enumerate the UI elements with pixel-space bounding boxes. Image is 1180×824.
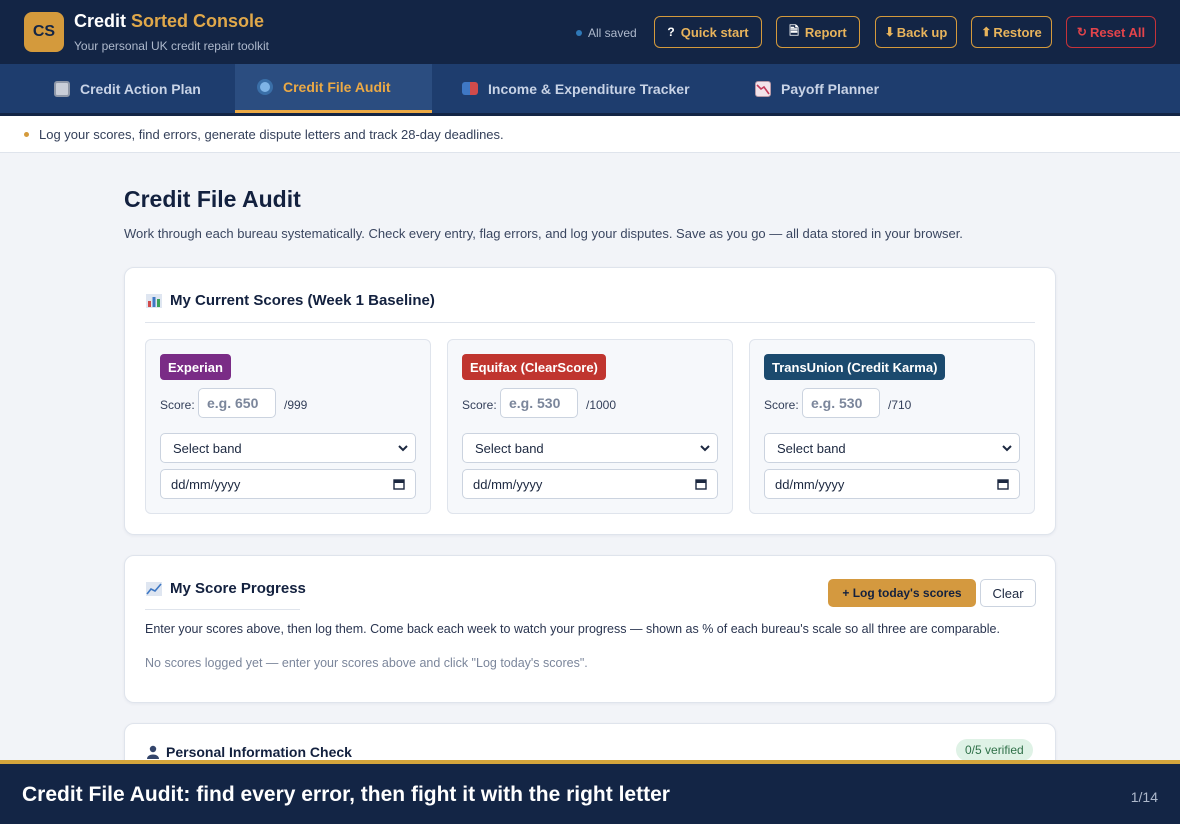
tab-credit-file-audit[interactable]: Credit File Audit: [235, 64, 432, 113]
back-up-label: Back up: [896, 24, 948, 40]
tab-label: Income & Expenditure Tracker: [488, 80, 690, 97]
date-placeholder: dd/mm/yyyy: [775, 476, 845, 492]
score-progress-heading: My Score Progress: [146, 580, 306, 597]
tab-income-expenditure-tracker[interactable]: Income & Expenditure Tracker: [440, 64, 712, 113]
app-header: CS Credit Sorted Console Your personal U…: [0, 0, 1180, 64]
report-button[interactable]: 🗎 Report: [776, 16, 860, 48]
back-up-button[interactable]: ⬇ Back up: [875, 16, 957, 48]
clipboard-icon: [54, 80, 70, 97]
caption-bar: Credit File Audit: find every error, the…: [0, 760, 1180, 824]
download-arrow-icon: ⬇: [884, 25, 895, 39]
bureau-badge: Experian: [160, 354, 231, 380]
tab-label: Payoff Planner: [781, 80, 880, 97]
score-max: /1000: [586, 398, 617, 412]
equifax-date-input[interactable]: dd/mm/yyyy: [462, 469, 718, 499]
experian-score-input[interactable]: [198, 388, 276, 418]
bureau-badge: TransUnion (Credit Karma): [764, 354, 946, 380]
restore-button[interactable]: ⬆ Restore: [971, 16, 1052, 48]
divider: [145, 322, 1035, 323]
save-status-label: All saved: [588, 26, 637, 40]
date-placeholder: dd/mm/yyyy: [171, 476, 241, 492]
calendar-icon: [997, 479, 1009, 490]
tab-label: Credit File Audit: [283, 79, 391, 95]
calendar-icon: [393, 479, 405, 490]
app-logo: CS: [24, 12, 64, 52]
log-todays-scores-button[interactable]: + Log today's scores: [828, 579, 976, 607]
upload-arrow-icon: ⬆: [981, 25, 992, 39]
bureau-name: Experian: [168, 359, 223, 375]
bureau-panel-experian: Experian Score: /999 Select band dd/mm/y…: [145, 339, 431, 514]
chevron-down-icon: [1002, 445, 1012, 452]
chevron-down-icon: [398, 445, 408, 452]
experian-date-input[interactable]: dd/mm/yyyy: [160, 469, 416, 499]
current-scores-heading: My Current Scores (Week 1 Baseline): [146, 292, 435, 309]
app-subtitle: Your personal UK credit repair toolkit: [74, 39, 269, 53]
info-bar: Log your scores, find errors, generate d…: [0, 116, 1180, 153]
report-label: Report: [804, 24, 847, 40]
bureau-panel-transunion: TransUnion (Credit Karma) Score: /710 Se…: [749, 339, 1035, 514]
magnifier-icon: [257, 79, 273, 95]
bullet-icon: [24, 132, 29, 137]
bureau-name: Equifax (ClearScore): [470, 359, 598, 375]
band-select-value: Select band: [777, 440, 846, 456]
equifax-score-input[interactable]: [500, 388, 578, 418]
personal-info-heading: Personal Information Check: [146, 744, 352, 760]
chevron-down-icon: [700, 445, 710, 452]
person-icon: [147, 745, 159, 759]
score-progress-card: My Score Progress + Log today's scores C…: [124, 555, 1056, 703]
line-chart-icon: [146, 581, 162, 596]
transunion-date-input[interactable]: dd/mm/yyyy: [764, 469, 1020, 499]
app-title-main: Credit: [74, 11, 127, 31]
score-label: Score:: [764, 398, 799, 412]
info-bar-text: Log your scores, find errors, generate d…: [39, 127, 504, 142]
chart-down-icon: [755, 80, 771, 97]
document-icon: 🗎: [789, 23, 799, 38]
divider: [145, 609, 300, 610]
tab-payoff-planner[interactable]: Payoff Planner: [733, 64, 901, 113]
current-scores-card: My Current Scores (Week 1 Baseline) Expe…: [124, 267, 1056, 535]
bureau-badge: Equifax (ClearScore): [462, 354, 606, 380]
restore-label: Restore: [993, 24, 1042, 40]
progress-help-text: Enter your scores above, then log them. …: [145, 622, 1000, 636]
band-select-value: Select band: [173, 440, 242, 456]
bureau-name: TransUnion (Credit Karma): [772, 359, 938, 375]
reset-icon: ↻: [1076, 25, 1087, 39]
transunion-band-select[interactable]: Select band: [764, 433, 1020, 463]
band-select-value: Select band: [475, 440, 544, 456]
bureau-panel-equifax: Equifax (ClearScore) Score: /1000 Select…: [447, 339, 733, 514]
calendar-icon: [695, 479, 707, 490]
main-tabs: Credit Action Plan Credit File Audit Inc…: [0, 64, 1180, 116]
reset-all-label: Reset All: [1089, 24, 1146, 40]
book-icon: [462, 82, 478, 95]
personal-info-title: Personal Information Check: [166, 744, 352, 760]
score-max: /999: [284, 398, 308, 412]
app-title-accent: Sorted Console: [131, 11, 265, 31]
score-label: Score:: [160, 398, 195, 412]
app-title: Credit Sorted Console: [74, 11, 264, 32]
tab-label: Credit Action Plan: [80, 80, 201, 97]
clear-scores-button[interactable]: Clear: [980, 579, 1036, 607]
current-scores-title: My Current Scores (Week 1 Baseline): [170, 292, 435, 309]
verified-badge: 0/5 verified: [956, 739, 1033, 761]
equifax-band-select[interactable]: Select band: [462, 433, 718, 463]
experian-band-select[interactable]: Select band: [160, 433, 416, 463]
question-icon: ?: [667, 25, 675, 39]
tab-credit-action-plan[interactable]: Credit Action Plan: [32, 64, 223, 113]
transunion-score-input[interactable]: [802, 388, 880, 418]
date-placeholder: dd/mm/yyyy: [473, 476, 543, 492]
page-title: Credit File Audit: [124, 186, 301, 212]
caption-text: Credit File Audit: find every error, the…: [22, 783, 670, 806]
page-description: Work through each bureau systematically.…: [124, 226, 963, 241]
save-status-dot-icon: [576, 30, 582, 36]
slide-counter: 1/14: [1130, 789, 1158, 805]
bar-chart-icon: [146, 293, 162, 308]
score-max: /710: [888, 398, 912, 412]
progress-empty-text: No scores logged yet — enter your scores…: [145, 656, 588, 670]
quick-start-button[interactable]: ? Quick start: [654, 16, 762, 48]
reset-all-button[interactable]: ↻ Reset All: [1066, 16, 1156, 48]
quick-start-label: Quick start: [680, 24, 749, 40]
score-progress-title: My Score Progress: [170, 580, 306, 597]
score-label: Score:: [462, 398, 497, 412]
save-status: All saved: [576, 26, 637, 40]
